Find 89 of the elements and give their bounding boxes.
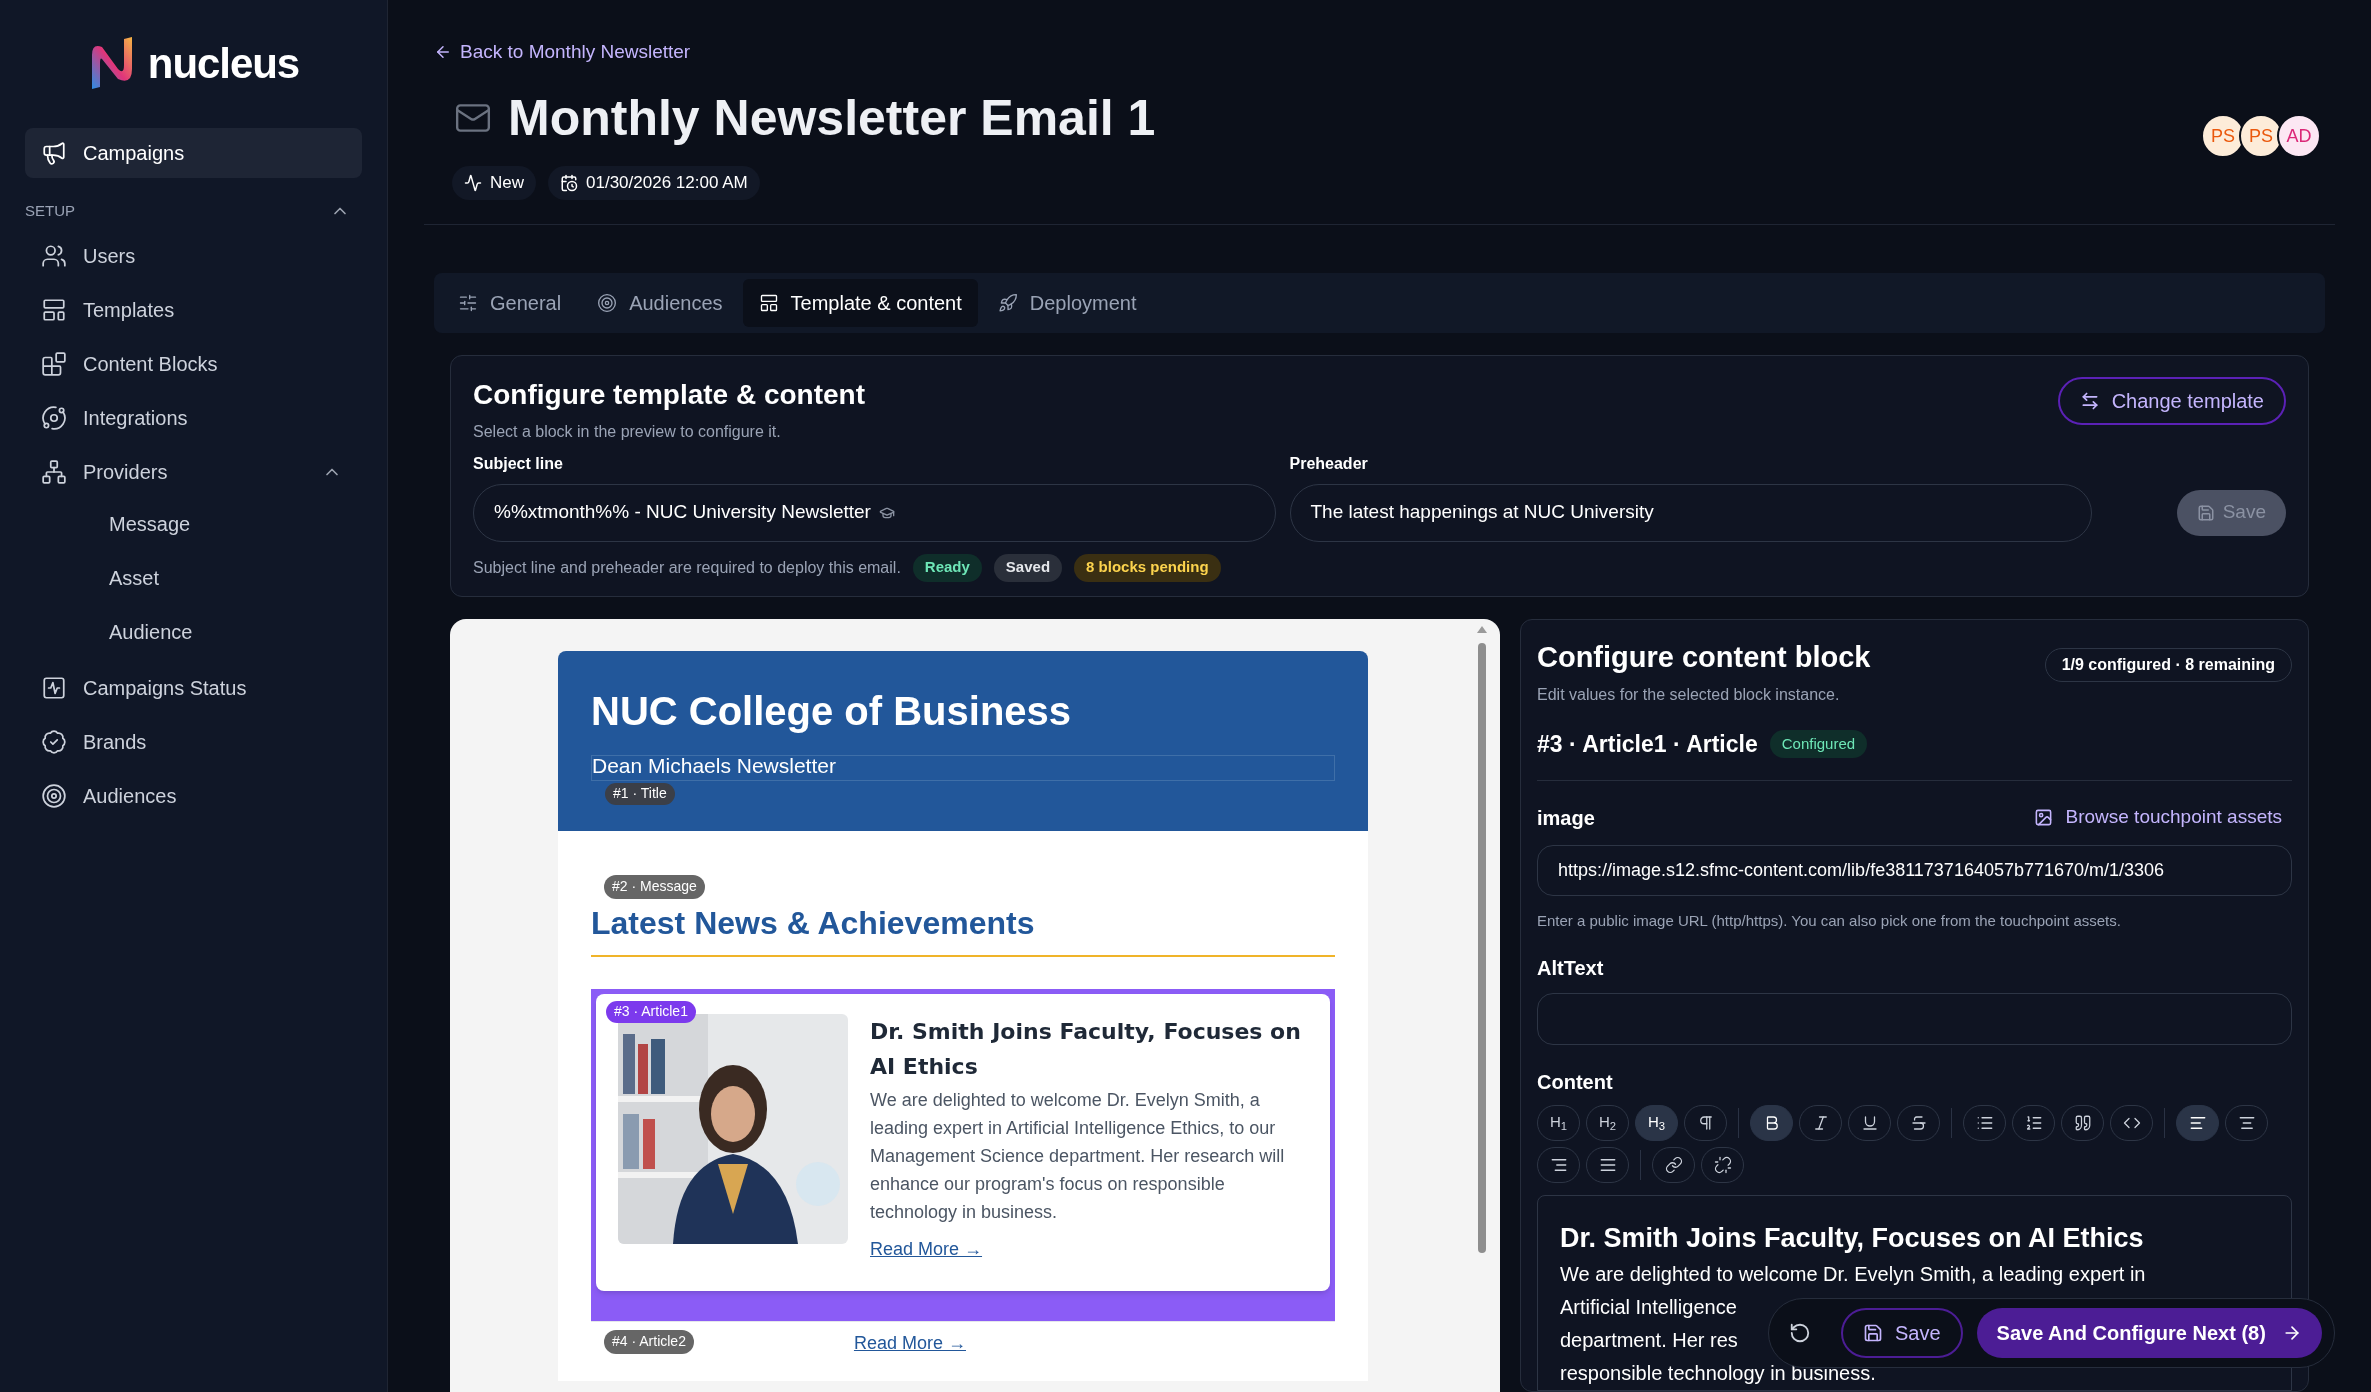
hint-text: Subject line and preheader are required to deploy this email. — [473, 557, 901, 578]
read-more-link[interactable]: Read More → — [853, 1329, 966, 1357]
editor-heading: Dr. Smith Joins Faculty, Focuses on AI Ethics — [1560, 1221, 2145, 1255]
article-block[interactable]: #4 · Article2 Read More → — [591, 1320, 1335, 1381]
tab[interactable]: Template & content — [742, 278, 978, 327]
align-left-button[interactable] — [2176, 1104, 2219, 1141]
field-label: AltText — [1537, 955, 1605, 981]
undo-icon[interactable] — [1789, 1322, 1811, 1344]
card-title: Configure template & content — [473, 377, 865, 412]
rocket-icon — [997, 292, 1018, 313]
sidebar-item[interactable]: Audiences — [25, 770, 362, 821]
sidebar-subitem[interactable]: Audience — [25, 604, 362, 659]
link-icon — [1664, 1155, 1683, 1174]
layout-icon — [41, 296, 67, 323]
users-icon — [41, 242, 67, 269]
calendar-icon — [560, 173, 578, 192]
block-tag: #1 · Title — [605, 782, 675, 805]
orbit-icon — [41, 404, 67, 431]
image-url-field[interactable]: https://image.s12.sfmc-content.com/lib/fe3811737164057b771670/m/1/3306 — [1537, 844, 2292, 897]
status-badge: Ready — [912, 553, 982, 582]
field-label: Subject line — [473, 453, 564, 474]
bold-button[interactable] — [1750, 1104, 1793, 1141]
article-title: Dr. Smith Joins Faculty, Focuses on AI Ethics — [870, 1017, 1302, 1081]
date-chip: 01/30/2026 12:00 AM — [548, 165, 760, 200]
block-tag: #3 · Article1 — [606, 1000, 696, 1023]
avatar: AD — [2277, 114, 2321, 158]
quote-icon — [2073, 1113, 2092, 1132]
editor-text-line: Artificial Intelligence — [1560, 1295, 1737, 1320]
read-more-link[interactable]: Read More → — [870, 1235, 1308, 1263]
sidebar-subitem[interactable]: Message — [25, 496, 362, 551]
tab[interactable]: Deployment — [981, 278, 1153, 327]
article-body: We are delighted to welcome Dr. Evelyn Smith, a leading expert in Artificial Intelligence Ethics, to our Management Science department. Her research will enhance our program's focus on responsible technology in business. — [870, 1088, 1286, 1224]
network-icon — [41, 458, 67, 485]
sliders-icon — [458, 292, 478, 313]
back-link[interactable]: Back to Monthly Newsletter — [434, 38, 1156, 67]
panel-title: Configure content block — [1537, 639, 1871, 675]
email-header-title: NUC College of Business — [591, 687, 1073, 735]
save-icon — [1863, 1323, 1883, 1343]
tab[interactable]: General — [442, 278, 578, 327]
article-block[interactable] — [591, 988, 1335, 1321]
email-header-subtitle: Dean Michaels Newsletter — [592, 753, 836, 778]
field-label: Preheader — [1289, 453, 1369, 474]
field-hint: Enter a public image URL (http/https). You can also pick one from the touchpoint assets. — [1537, 911, 2122, 932]
sidebar-item[interactable]: Providers — [25, 446, 362, 497]
sidebar-item[interactable]: Users — [25, 230, 362, 281]
sidebar-subitem[interactable]: Asset — [25, 550, 362, 605]
sidebar-item[interactable]: Brands — [25, 716, 362, 767]
save-button[interactable]: Save — [1841, 1308, 1963, 1358]
sidebar-item[interactable]: Integrations — [25, 392, 362, 443]
activity-icon — [464, 173, 482, 192]
sidebar-item[interactable]: Campaigns — [25, 128, 362, 178]
editor-text-line: responsible technology in business. — [1560, 1361, 1876, 1386]
sidebar-item[interactable]: Templates — [25, 284, 362, 335]
numbered-list-icon — [2024, 1113, 2043, 1132]
megaphone-icon — [41, 140, 67, 166]
status-badge: Configured — [1769, 730, 1868, 759]
alt-text-field[interactable] — [1537, 992, 2292, 1045]
block-tag: #4 · Article2 — [604, 1329, 694, 1354]
image-icon — [2034, 808, 2054, 827]
editor-text-line: department. Her res — [1560, 1328, 1738, 1353]
unlink-icon — [1713, 1155, 1732, 1174]
sidebar-item[interactable]: Campaigns Status — [25, 662, 362, 713]
target-icon — [597, 292, 618, 313]
editor-text-line: We are delighted to welcome Dr. Evelyn Smith, a leading expert in — [1560, 1262, 2146, 1287]
target-icon — [41, 782, 67, 809]
card-subtitle: Select a block in the preview to configure it. — [473, 421, 782, 442]
block-tag: #2 · Message — [604, 874, 705, 899]
section-heading: Latest News & Achievements — [591, 898, 1335, 957]
save-icon — [2196, 503, 2215, 522]
layout-icon — [758, 292, 779, 313]
change-template-button[interactable]: Change template — [2057, 376, 2286, 425]
field-label: image — [1537, 805, 1595, 831]
tab[interactable]: Audiences — [581, 278, 739, 327]
browse-assets-link[interactable]: Browse touchpoint assets — [2034, 803, 2282, 832]
heading-button[interactable]: H$_{3}$ — [1635, 1104, 1678, 1141]
status-chip: New — [452, 165, 536, 200]
page-title: Monthly Newsletter Email 1 — [508, 88, 1156, 148]
panel-subtitle: Edit values for the selected block instance. — [1537, 685, 1841, 705]
sidebar-item[interactable]: Content Blocks — [25, 338, 362, 389]
activity-icon — [41, 674, 67, 701]
blocks-icon — [41, 350, 67, 377]
status-badge: 8 blocks pending — [1074, 553, 1221, 582]
block-name: #3 · Article1 · Article — [1537, 730, 1758, 759]
field-label: Content — [1537, 1069, 1614, 1095]
badge-check-icon — [41, 728, 67, 755]
status-badge: Saved — [993, 553, 1063, 582]
brand-name: nucleus — [147, 38, 300, 89]
section-title: SETUP — [25, 201, 75, 221]
save-and-next-button[interactable]: Save And Configure Next (8) — [1976, 1308, 2322, 1358]
